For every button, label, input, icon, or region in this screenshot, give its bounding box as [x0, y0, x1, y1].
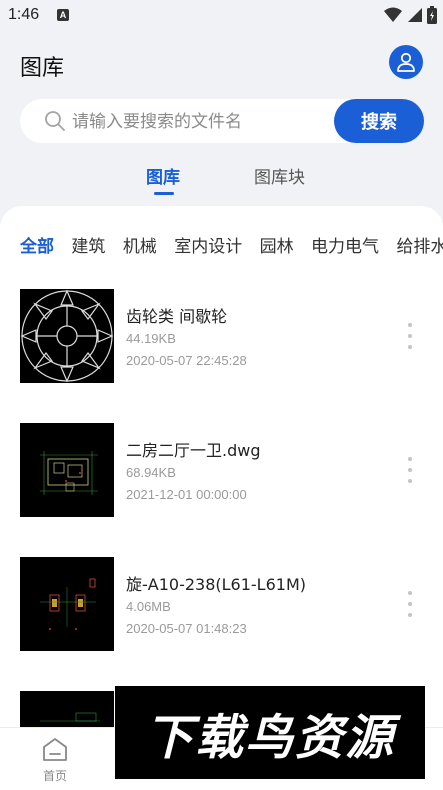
- wifi-icon: [384, 7, 402, 22]
- more-options-icon[interactable]: [406, 457, 414, 483]
- search-bar: 搜索: [20, 99, 424, 145]
- gear-drawing-icon: [20, 289, 114, 383]
- file-thumbnail: [20, 423, 114, 517]
- watermark-logo: 下载鸟资源: [115, 686, 425, 779]
- file-date: 2020-05-07 22:45:28: [126, 353, 247, 368]
- category-mechanical[interactable]: 机械: [123, 232, 157, 257]
- file-thumbnail: [20, 289, 114, 383]
- nav-home[interactable]: 首页: [25, 736, 85, 784]
- category-interior-design[interactable]: 室内设计: [174, 232, 242, 257]
- battery-icon: [427, 6, 437, 24]
- list-item[interactable]: 旋-A10-238(L61-L61M) 4.06MB 2020-05-07 01…: [20, 557, 430, 653]
- file-name: 齿轮类 间歇轮: [126, 307, 228, 326]
- watermark-text: 下载鸟资源: [144, 709, 395, 766]
- elevation-drawing-icon: [40, 578, 96, 630]
- more-options-icon[interactable]: [406, 323, 414, 349]
- category-bar: 全部 建筑 机械 室内设计 园林 电力电气 给排水: [20, 232, 443, 258]
- file-size: 4.06MB: [126, 599, 171, 614]
- tab-gallery[interactable]: 图库: [146, 163, 180, 188]
- drawing-preview-icon: [40, 712, 100, 722]
- file-size: 44.19KB: [126, 331, 176, 346]
- category-electrical[interactable]: 电力电气: [311, 232, 379, 257]
- file-thumbnail: [20, 691, 114, 727]
- status-icons: [383, 6, 437, 24]
- file-date: 2020-05-07 01:48:23: [126, 621, 247, 636]
- category-architecture[interactable]: 建筑: [71, 232, 105, 257]
- file-date: 2021-12-01 00:00:00: [126, 487, 247, 502]
- page-title: 图库: [20, 55, 65, 80]
- signal-icon: [408, 8, 422, 22]
- active-tab-indicator: [154, 192, 174, 195]
- floor-plan-drawing-icon: [40, 451, 98, 495]
- more-options-icon[interactable]: [406, 591, 414, 617]
- category-landscape[interactable]: 园林: [260, 232, 294, 257]
- list-item[interactable]: 二房二厅一卫.dwg 68.94KB 2021-12-01 00:00:00: [20, 423, 430, 519]
- list-item[interactable]: 齿轮类 间歇轮 44.19KB 2020-05-07 22:45:28: [20, 289, 430, 385]
- status-bar: 1:46 A: [0, 0, 443, 32]
- user-icon: [397, 52, 415, 72]
- category-plumbing[interactable]: 给排水: [396, 232, 443, 257]
- search-input[interactable]: [70, 99, 344, 145]
- nav-home-label: 首页: [42, 769, 67, 783]
- file-size: 68.94KB: [126, 465, 176, 480]
- tab-gallery-blocks[interactable]: 图库块: [254, 163, 305, 188]
- search-button[interactable]: 搜索: [334, 99, 424, 143]
- file-name: 二房二厅一卫.dwg: [126, 441, 261, 460]
- status-time: 1:46: [8, 6, 40, 23]
- search-icon: [45, 111, 65, 131]
- notification-icon: A: [57, 9, 69, 21]
- file-thumbnail: [20, 557, 114, 651]
- home-icon: [43, 738, 67, 761]
- user-profile-button[interactable]: [389, 45, 423, 79]
- file-name: 旋-A10-238(L61-L61M): [126, 575, 307, 594]
- category-all[interactable]: 全部: [20, 232, 54, 257]
